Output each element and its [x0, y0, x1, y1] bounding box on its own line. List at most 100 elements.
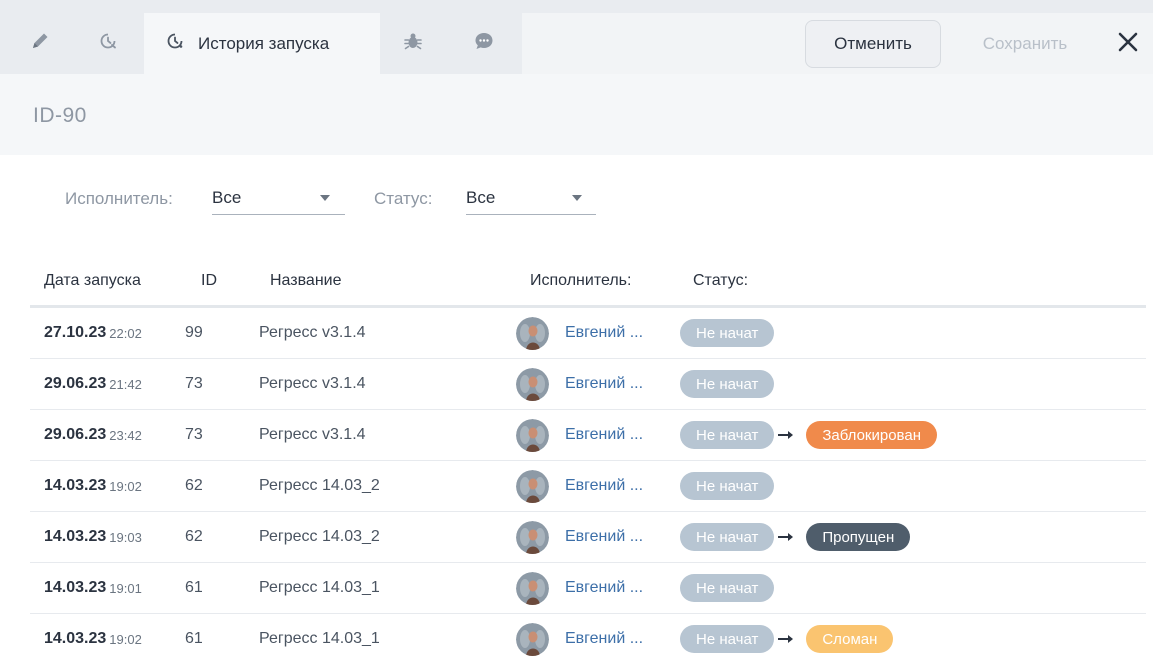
cancel-button[interactable]: Отменить: [805, 20, 941, 68]
status-badge-from: Не начат: [680, 574, 775, 602]
run-time: 22:02: [109, 325, 142, 341]
tab-bar: История запуска Отменить Сохранить: [0, 0, 1153, 74]
status-cell: Не начат Заблокирован: [680, 410, 937, 460]
run-name[interactable]: Регресс 14.03_2: [259, 461, 380, 511]
run-name[interactable]: Регресс v3.1.4: [259, 359, 366, 409]
tab-history[interactable]: [72, 13, 144, 74]
assignee-link[interactable]: Евгений ...: [565, 614, 643, 659]
run-date: 29.06.23: [44, 375, 107, 392]
status-badge-to: Пропущен: [806, 523, 911, 551]
run-date-cell: 29.06.23 23:42: [44, 410, 142, 460]
table-row[interactable]: 29.06.23 21:42 73 Регресс v3.1.4 Евгений ...…: [30, 359, 1146, 410]
assignee-link[interactable]: Евгений ...: [565, 410, 643, 460]
status-badge-from: Не начат: [680, 319, 775, 347]
run-name[interactable]: Регресс 14.03_1: [259, 614, 380, 659]
table-row[interactable]: 29.06.23 23:42 73 Регресс v3.1.4 Евгений ...…: [30, 410, 1146, 461]
save-button[interactable]: Сохранить: [955, 20, 1095, 68]
assignee-filter-label: Исполнитель:: [65, 189, 173, 208]
status-badge-from: Не начат: [680, 625, 775, 653]
run-date-cell: 27.10.23 22:02: [44, 308, 142, 358]
assignee-link[interactable]: Евгений ...: [565, 461, 643, 511]
run-name[interactable]: Регресс v3.1.4: [259, 308, 366, 358]
tab-launch-history[interactable]: История запуска: [144, 13, 380, 74]
run-name[interactable]: Регресс v3.1.4: [259, 410, 366, 460]
run-time: 19:02: [109, 631, 142, 647]
avatar: [516, 410, 549, 460]
tab-edit[interactable]: [8, 13, 72, 74]
close-button[interactable]: [1110, 26, 1146, 62]
status-badge-to: Сломан: [806, 625, 894, 653]
status-cell: Не начат Пропущен: [680, 512, 911, 562]
avatar: [516, 563, 549, 613]
status-cell: Не начат Сломан: [680, 614, 894, 659]
table-row[interactable]: 14.03.23 19:02 61 Регресс 14.03_1 Евгений ..…: [30, 614, 1146, 659]
item-header: ID-90: [0, 74, 1153, 155]
history-icon: [164, 30, 186, 57]
assignee-link[interactable]: Евгений ...: [565, 563, 643, 613]
avatar: [516, 359, 549, 409]
run-date: 14.03.23: [44, 528, 107, 545]
arrow-right-icon: [778, 532, 794, 542]
run-time: 23:42: [109, 427, 142, 443]
run-id: 99: [185, 324, 203, 341]
status-badge-from: Не начат: [680, 370, 775, 398]
avatar: [516, 512, 549, 562]
run-date-cell: 29.06.23 21:42: [44, 359, 142, 409]
status-cell: Не начат: [680, 359, 775, 409]
status-cell: Не начат: [680, 563, 775, 613]
status-filter-select[interactable]: Все: [466, 181, 596, 215]
run-id: 61: [185, 630, 203, 647]
pencil-icon: [29, 30, 51, 57]
run-name[interactable]: Регресс 14.03_2: [259, 512, 380, 562]
item-id: ID-90: [33, 104, 87, 127]
status-badge-from: Не начат: [680, 421, 775, 449]
table-row[interactable]: 14.03.23 19:03 62 Регресс 14.03_2 Евгений ..…: [30, 512, 1146, 563]
column-header-id[interactable]: ID: [201, 272, 217, 290]
run-id: 73: [185, 426, 203, 443]
close-icon: [1117, 31, 1139, 58]
chevron-down-icon: [572, 195, 582, 201]
avatar: [516, 308, 549, 358]
assignee-link[interactable]: Евгений ...: [565, 512, 643, 562]
run-name[interactable]: Регресс 14.03_1: [259, 563, 380, 613]
column-header-date[interactable]: Дата запуска: [44, 272, 141, 290]
chevron-down-icon: [320, 195, 330, 201]
run-date: 14.03.23: [44, 579, 107, 596]
run-date: 14.03.23: [44, 630, 107, 647]
tab-comments[interactable]: [446, 13, 522, 74]
status-cell: Не начат: [680, 308, 775, 358]
run-time: 19:01: [109, 580, 142, 596]
column-header-name[interactable]: Название: [270, 272, 342, 290]
assignee-link[interactable]: Евгений ...: [565, 359, 643, 409]
run-date-cell: 14.03.23 19:01: [44, 563, 142, 613]
run-date: 27.10.23: [44, 324, 107, 341]
run-date-cell: 14.03.23 19:02: [44, 614, 142, 659]
tab-bugs[interactable]: [380, 13, 446, 74]
status-filter-label: Статус:: [374, 189, 433, 208]
table-row[interactable]: 14.03.23 19:01 61 Регресс 14.03_1 Евгений ..…: [30, 563, 1146, 614]
run-time: 19:03: [109, 529, 142, 545]
run-date-cell: 14.03.23 19:02: [44, 461, 142, 511]
run-id: 62: [185, 477, 203, 494]
status-badge-from: Не начат: [680, 472, 775, 500]
assignee-filter-select[interactable]: Все: [212, 181, 345, 215]
arrow-right-icon: [778, 430, 794, 440]
bug-icon: [402, 30, 424, 57]
assignee-link[interactable]: Евгений ...: [565, 308, 643, 358]
arrow-right-icon: [778, 634, 794, 644]
table-row[interactable]: 14.03.23 19:02 62 Регресс 14.03_2 Евгений ..…: [30, 461, 1146, 512]
run-date: 14.03.23: [44, 477, 107, 494]
run-id: 73: [185, 375, 203, 392]
table-row[interactable]: 27.10.23 22:02 99 Регресс v3.1.4 Евгений ...…: [30, 308, 1146, 359]
run-id: 62: [185, 528, 203, 545]
avatar: [516, 461, 549, 511]
status-filter-value: Все: [466, 187, 496, 207]
run-date-cell: 14.03.23 19:03: [44, 512, 142, 562]
column-header-assignee[interactable]: Исполнитель:: [530, 272, 631, 290]
status-cell: Не начат: [680, 461, 775, 511]
run-id: 61: [185, 579, 203, 596]
run-date: 29.06.23: [44, 426, 107, 443]
chat-icon: [473, 30, 495, 57]
column-header-status[interactable]: Статус:: [693, 272, 748, 290]
run-time: 19:02: [109, 478, 142, 494]
